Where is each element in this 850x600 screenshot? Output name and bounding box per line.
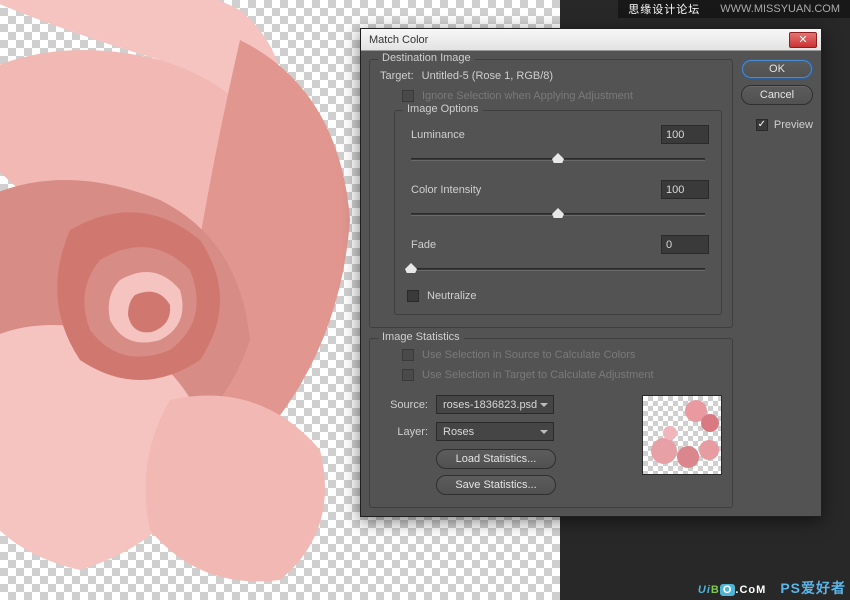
preview-label: Preview xyxy=(774,119,813,131)
target-value: Untitled-5 (Rose 1, RGB/8) xyxy=(422,70,553,82)
match-color-dialog: Match Color ✕ Destination Image Target: … xyxy=(360,28,822,517)
ok-button[interactable]: OK xyxy=(741,59,813,79)
color-intensity-input[interactable] xyxy=(661,180,709,199)
color-intensity-label: Color Intensity xyxy=(407,184,503,196)
close-icon: ✕ xyxy=(798,33,807,46)
use-target-selection-checkbox xyxy=(402,369,414,381)
layer-select[interactable]: Roses xyxy=(436,422,554,441)
watermark-logo: UiBO.CoM PS爱好者 xyxy=(698,577,846,598)
color-intensity-slider[interactable] xyxy=(411,205,705,223)
source-select[interactable]: roses-1836823.psd xyxy=(436,395,554,414)
fade-label: Fade xyxy=(407,239,503,251)
rose-artwork xyxy=(0,0,380,590)
layer-label: Layer: xyxy=(380,426,428,438)
use-target-selection-label: Use Selection in Target to Calculate Adj… xyxy=(422,369,654,381)
target-row: Target: Untitled-5 (Rose 1, RGB/8) xyxy=(380,70,722,82)
image-statistics-group: Image Statistics Use Selection in Source… xyxy=(369,338,733,508)
ignore-selection-checkbox xyxy=(402,90,414,102)
source-thumbnail xyxy=(642,395,722,475)
dialog-title: Match Color xyxy=(365,34,789,46)
watermark-site-cn: 思缘设计论坛 xyxy=(628,1,700,17)
neutralize-checkbox[interactable] xyxy=(407,290,419,302)
luminance-input[interactable] xyxy=(661,125,709,144)
save-statistics-button[interactable]: Save Statistics... xyxy=(436,475,556,495)
image-options-legend: Image Options xyxy=(403,103,483,115)
source-label: Source: xyxy=(380,399,428,411)
ignore-selection-label: Ignore Selection when Applying Adjustmen… xyxy=(422,90,633,102)
load-statistics-button[interactable]: Load Statistics... xyxy=(436,449,556,469)
image-options-group: Image Options Luminance Color Intensity xyxy=(394,110,722,315)
luminance-slider[interactable] xyxy=(411,150,705,168)
destination-legend: Destination Image xyxy=(378,52,475,64)
use-source-selection-label: Use Selection in Source to Calculate Col… xyxy=(422,349,635,361)
image-statistics-legend: Image Statistics xyxy=(378,331,464,343)
dialog-titlebar[interactable]: Match Color ✕ xyxy=(361,29,821,51)
source-select-value: roses-1836823.psd xyxy=(443,399,537,411)
use-source-selection-checkbox xyxy=(402,349,414,361)
neutralize-label: Neutralize xyxy=(427,290,477,302)
preview-checkbox[interactable] xyxy=(756,119,768,131)
destination-image-group: Destination Image Target: Untitled-5 (Ro… xyxy=(369,59,733,328)
cancel-button[interactable]: Cancel xyxy=(741,85,813,105)
layer-select-value: Roses xyxy=(443,426,474,438)
watermark-banner: 思缘设计论坛 WWW.MISSYUAN.COM xyxy=(618,0,850,18)
target-label: Target: xyxy=(380,70,414,82)
fade-slider[interactable] xyxy=(411,260,705,278)
close-button[interactable]: ✕ xyxy=(789,32,817,48)
luminance-label: Luminance xyxy=(407,129,503,141)
ignore-selection-row: Ignore Selection when Applying Adjustmen… xyxy=(380,90,722,102)
watermark-site-url: WWW.MISSYUAN.COM xyxy=(720,3,840,15)
fade-input[interactable] xyxy=(661,235,709,254)
